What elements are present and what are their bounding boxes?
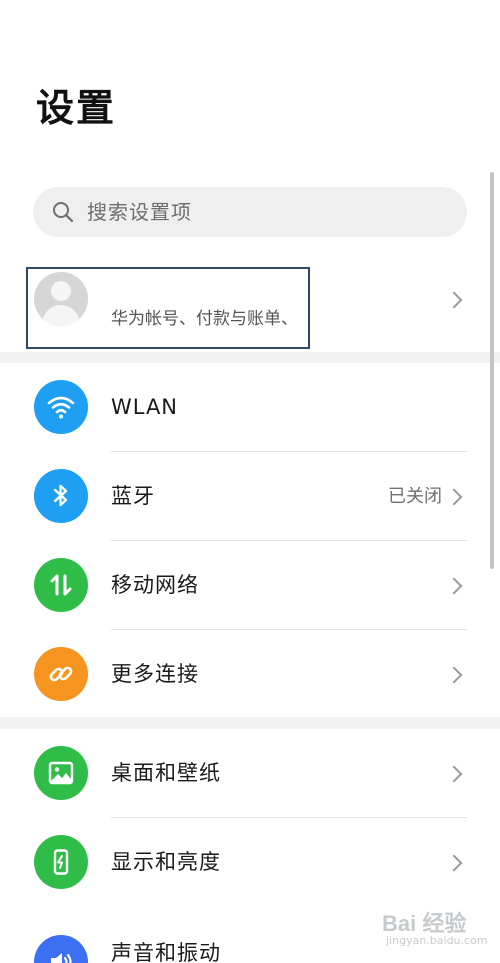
settings-group-connections: WLAN 蓝牙 已关闭 移动网络 更多连接 — [0, 363, 500, 717]
search-bar[interactable]: 搜索设置项 — [33, 187, 467, 237]
watermark-sub: jingyan.baidu.com — [386, 934, 488, 947]
chevron-right-icon — [445, 765, 463, 783]
chevron-right-icon — [445, 666, 463, 684]
bluetooth-status: 已关闭 — [388, 486, 442, 507]
row-wlan[interactable]: WLAN — [0, 363, 500, 452]
display-brightness-icon — [34, 835, 88, 889]
row-label: 声音和振动 — [111, 941, 221, 963]
speaker-icon — [34, 935, 88, 963]
header: 设置 搜索设置项 华为帐号、付款与账单、 — [0, 0, 500, 352]
mobile-data-icon — [34, 558, 88, 612]
chevron-right-icon — [445, 488, 463, 506]
search-icon — [53, 202, 74, 223]
settings-screen: 设置 搜索设置项 华为帐号、付款与账单、 WLAN 蓝牙 已关闭 移动网络 更多… — [0, 0, 500, 963]
row-label: 蓝牙 — [111, 484, 155, 508]
row-label: 移动网络 — [111, 573, 199, 597]
row-mobile-network[interactable]: 移动网络 — [0, 541, 500, 630]
picture-icon — [34, 746, 88, 800]
watermark: Bai 经验 jingyan.baidu.com — [382, 906, 492, 954]
row-bluetooth[interactable]: 蓝牙 已关闭 — [0, 452, 500, 541]
search-placeholder: 搜索设置项 — [87, 200, 192, 224]
chevron-right-icon — [445, 854, 463, 872]
page-title: 设置 — [36, 86, 117, 130]
row-label: 显示和亮度 — [111, 850, 221, 874]
chevron-right-icon — [445, 577, 463, 595]
row-wallpaper[interactable]: 桌面和壁纸 — [0, 729, 500, 818]
scrollbar[interactable] — [490, 172, 494, 569]
row-label: WLAN — [111, 395, 179, 419]
row-label: 桌面和壁纸 — [111, 761, 221, 785]
wifi-icon — [34, 380, 88, 434]
link-icon — [34, 647, 88, 701]
bluetooth-icon — [34, 469, 88, 523]
row-label: 更多连接 — [111, 662, 199, 686]
highlight-frame — [26, 267, 310, 349]
row-more-connections[interactable]: 更多连接 — [0, 630, 500, 719]
row-display[interactable]: 显示和亮度 — [0, 818, 500, 907]
